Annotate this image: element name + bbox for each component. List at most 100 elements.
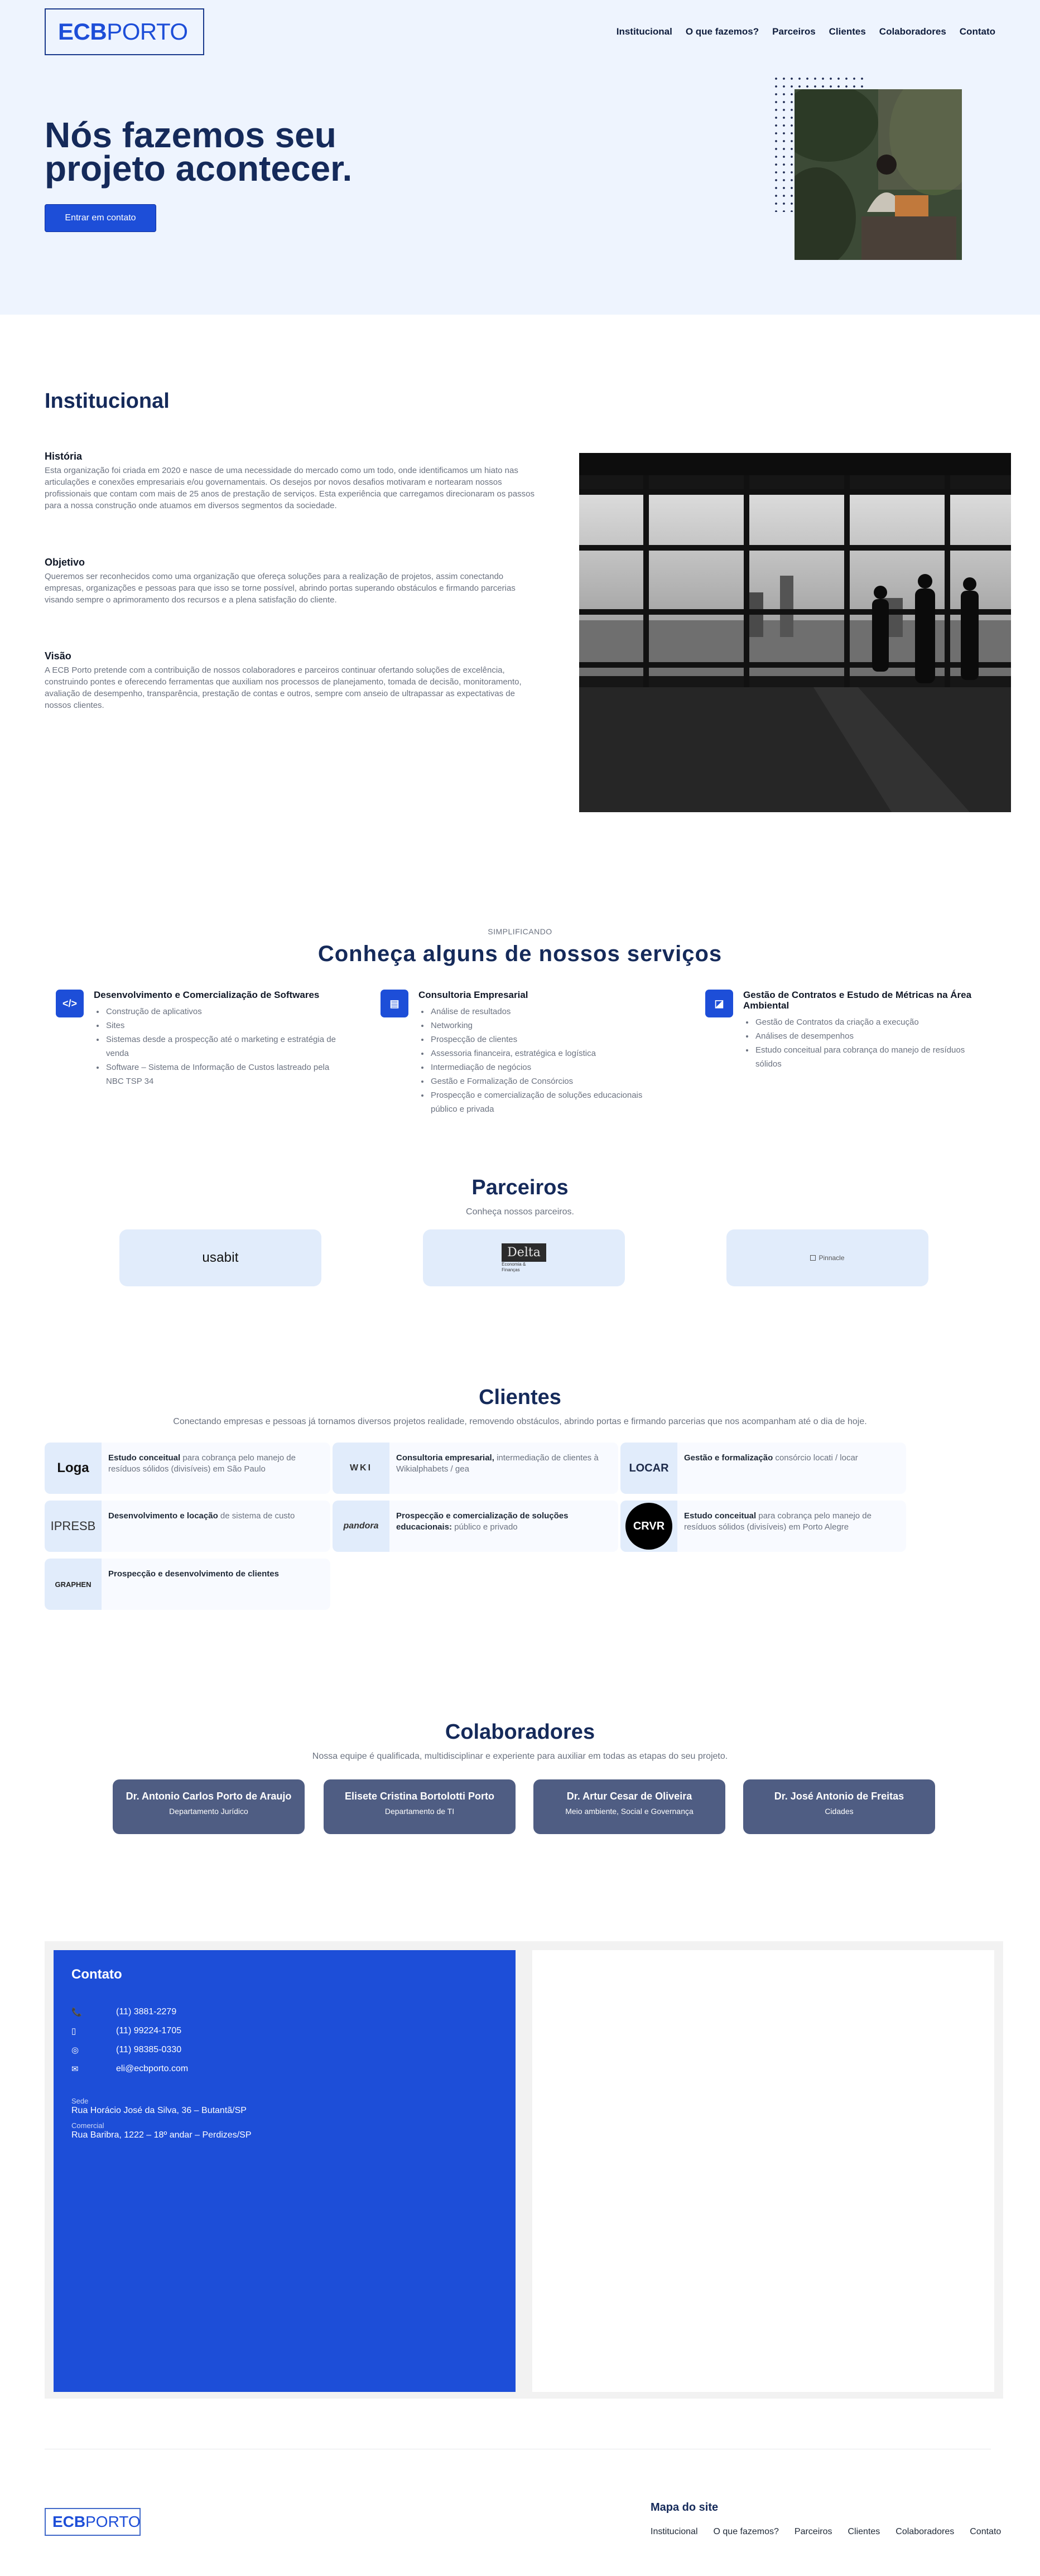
- parceiros-title: Parceiros: [471, 1176, 569, 1199]
- code-icon: </>: [56, 990, 84, 1017]
- nav-colaboradores[interactable]: Colaboradores: [879, 26, 946, 37]
- team-member-card: Dr. José Antonio de Freitas Cidades: [743, 1779, 935, 1834]
- client-card: IPRESB Desenvolvimento e locação de sist…: [45, 1501, 330, 1552]
- list-item: Análises de desempenhos: [754, 1029, 990, 1043]
- service-card-contratos: ◪ Gestão de Contratos e Estudo de Métric…: [705, 990, 990, 1071]
- client-card: CRVR Estudo conceitual para cobrança pel…: [620, 1501, 906, 1552]
- servicos-eyebrow: SIMPLIFICANDO: [488, 927, 552, 936]
- email-row[interactable]: ✉ eli@ecbporto.com: [71, 2059, 498, 2078]
- hero-section: ECB PORTO Institucional O que fazemos? Pa…: [0, 0, 1040, 315]
- objetivo-block: Objetivo Queremos ser reconhecidos como …: [45, 557, 536, 606]
- client-logo: Loga: [45, 1443, 102, 1494]
- list-item: Gestão de Contratos da criação a execuçã…: [754, 1015, 990, 1029]
- addresses: Sede Rua Horácio José da Silva, 36 – But…: [71, 2097, 498, 2141]
- clientes-subtitle: Conectando empresas e pessoas já tornamo…: [173, 1417, 867, 1426]
- partner-usabit[interactable]: usabit: [119, 1229, 321, 1286]
- parceiros-subtitle: Conheça nossos parceiros.: [466, 1207, 574, 1217]
- contact-cta-button[interactable]: Entrar em contato: [45, 204, 156, 232]
- client-card: GRAPHEN Prospecção e desenvolvimento de …: [45, 1559, 330, 1610]
- chart-icon: ◪: [705, 990, 733, 1017]
- objetivo-text: Queremos ser reconhecidos como uma organ…: [45, 572, 516, 605]
- address-value: Rua Horácio José da Silva, 36 – Butantã/…: [71, 2106, 247, 2115]
- whatsapp-row[interactable]: ◎ (11) 98385-0330: [71, 2040, 498, 2059]
- client-card: WKI Consultoria empresarial, intermediaç…: [333, 1443, 618, 1494]
- client-logo: pandora: [333, 1501, 389, 1552]
- team-member-card: Dr. Antonio Carlos Porto de Araujo Depar…: [113, 1779, 305, 1834]
- footer-link-contato[interactable]: Contato: [970, 2527, 1001, 2537]
- nav-o-que-fazemos[interactable]: O que fazemos?: [686, 26, 759, 37]
- phone-row[interactable]: 📞 (11) 3881-2279: [71, 2003, 498, 2022]
- colaboradores-subtitle: Nossa equipe é qualificada, multidiscipl…: [312, 1752, 728, 1761]
- service-card-software: </> Desenvolvimento e Comercialização de…: [56, 990, 340, 1088]
- list-item: Análise de resultados: [430, 1005, 665, 1019]
- visao-block: Visão A ECB Porto pretende com a contrib…: [45, 650, 536, 711]
- nav-institucional[interactable]: Institucional: [617, 26, 672, 37]
- top-navigation: ECB PORTO Institucional O que fazemos? Pa…: [45, 8, 995, 56]
- service-card-consultoria: ▤ Consultoria Empresarial Análise de res…: [381, 990, 665, 1116]
- footer-link-institucional[interactable]: Institucional: [651, 2527, 698, 2537]
- nav-parceiros[interactable]: Parceiros: [772, 26, 816, 37]
- footer-link-o-que-fazemos[interactable]: O que fazemos?: [714, 2527, 779, 2537]
- historia-text: Esta organização foi criada em 2020 e na…: [45, 466, 535, 510]
- client-logo: LOCAR: [620, 1443, 677, 1494]
- client-logo: IPRESB: [45, 1501, 102, 1552]
- list-item: Intermediação de negócios: [430, 1060, 665, 1074]
- footer-link-clientes[interactable]: Clientes: [848, 2527, 880, 2537]
- historia-block: História Esta organização foi criada em …: [45, 451, 536, 512]
- phone-icon: 📞: [71, 2008, 82, 2017]
- service-title: Desenvolvimento e Comercialização de Sof…: [94, 990, 320, 1000]
- list-item: Networking: [430, 1019, 665, 1033]
- mail-icon: ✉: [71, 2064, 79, 2074]
- servicos-title: Conheça alguns de nossos serviços: [317, 942, 723, 966]
- contact-title: Contato: [71, 1967, 122, 1982]
- office-photo: [579, 453, 1011, 812]
- contact-card: Contato 📞 (11) 3881-2279 ▯ (11) 99224-17…: [54, 1950, 516, 2392]
- visao-text: A ECB Porto pretende com a contribuição …: [45, 665, 522, 710]
- main-nav: Institucional O que fazemos? Parceiros C…: [617, 26, 995, 37]
- historia-heading: História: [45, 451, 83, 462]
- footer-nav: Institucional O que fazemos? Parceiros C…: [651, 2527, 1001, 2537]
- footer-logo[interactable]: ECB PORTO: [45, 2508, 141, 2536]
- sitemap-title: Mapa do site: [651, 2501, 719, 2514]
- nav-clientes[interactable]: Clientes: [829, 26, 866, 37]
- client-logo: CRVR: [620, 1501, 677, 1552]
- list-item: Sites: [105, 1019, 340, 1033]
- colaboradores-title: Colaboradores: [445, 1720, 595, 1744]
- institucional-title: Institucional: [45, 389, 170, 413]
- delta-logo: Delta Economia & Finanças: [502, 1243, 546, 1273]
- list-item: Estudo conceitual para cobrança do manej…: [754, 1043, 990, 1071]
- document-icon: ▤: [381, 990, 408, 1017]
- list-item: Sistemas desde a prospecção até o market…: [105, 1033, 340, 1060]
- client-card: LOCAR Gestão e formalização consórcio lo…: [620, 1443, 906, 1494]
- mobile-row[interactable]: ▯ (11) 99224-1705: [71, 2022, 498, 2040]
- usabit-logo: usabit: [202, 1250, 239, 1265]
- client-card: Loga Estudo conceitual para cobrança pel…: [45, 1443, 330, 1494]
- list-item: Assessoria financeira, estratégica e log…: [430, 1046, 665, 1060]
- list-item: Prospecção de clientes: [430, 1033, 665, 1046]
- partner-pinnacle[interactable]: Pinnacle: [726, 1229, 928, 1286]
- service-list: Gestão de Contratos da criação a execuçã…: [743, 1015, 990, 1071]
- visao-heading: Visão: [45, 650, 71, 662]
- service-list: Análise de resultados Networking Prospec…: [418, 1005, 665, 1116]
- footer-link-parceiros[interactable]: Parceiros: [795, 2527, 832, 2537]
- nav-contato[interactable]: Contato: [960, 26, 995, 37]
- service-title: Consultoria Empresarial: [418, 990, 528, 1000]
- address-label: Sede: [71, 2097, 89, 2105]
- service-title: Gestão de Contratos e Estudo de Métricas…: [743, 990, 972, 1011]
- map-embed[interactable]: [532, 1950, 994, 2392]
- colaboradores-section: Colaboradores Nossa equipe é qualificada…: [0, 1704, 1040, 1919]
- list-item: Construção de aplicativos: [105, 1005, 340, 1019]
- mobile-icon: ▯: [71, 2027, 76, 2036]
- address-value: Rua Baribra, 1222 – 18º andar – Perdizes…: [71, 2130, 252, 2140]
- partner-delta[interactable]: Delta Economia & Finanças: [423, 1229, 625, 1286]
- parceiros-section: Parceiros Conheça nossos parceiros. usab…: [0, 1162, 1040, 1366]
- client-logo: WKI: [333, 1443, 389, 1494]
- team-member-card: Elisete Cristina Bortolotti Porto Depart…: [324, 1779, 516, 1834]
- team-member-card: Dr. Artur Cesar de Oliveira Meio ambient…: [533, 1779, 725, 1834]
- objetivo-heading: Objetivo: [45, 557, 85, 568]
- client-logo: GRAPHEN: [45, 1559, 102, 1610]
- site-logo[interactable]: ECB PORTO: [45, 8, 204, 55]
- list-item: Gestão e Formalização de Consórcios: [430, 1074, 665, 1088]
- footer-link-colaboradores[interactable]: Colaboradores: [895, 2527, 954, 2537]
- institucional-section: Institucional História Esta organização …: [0, 315, 1040, 900]
